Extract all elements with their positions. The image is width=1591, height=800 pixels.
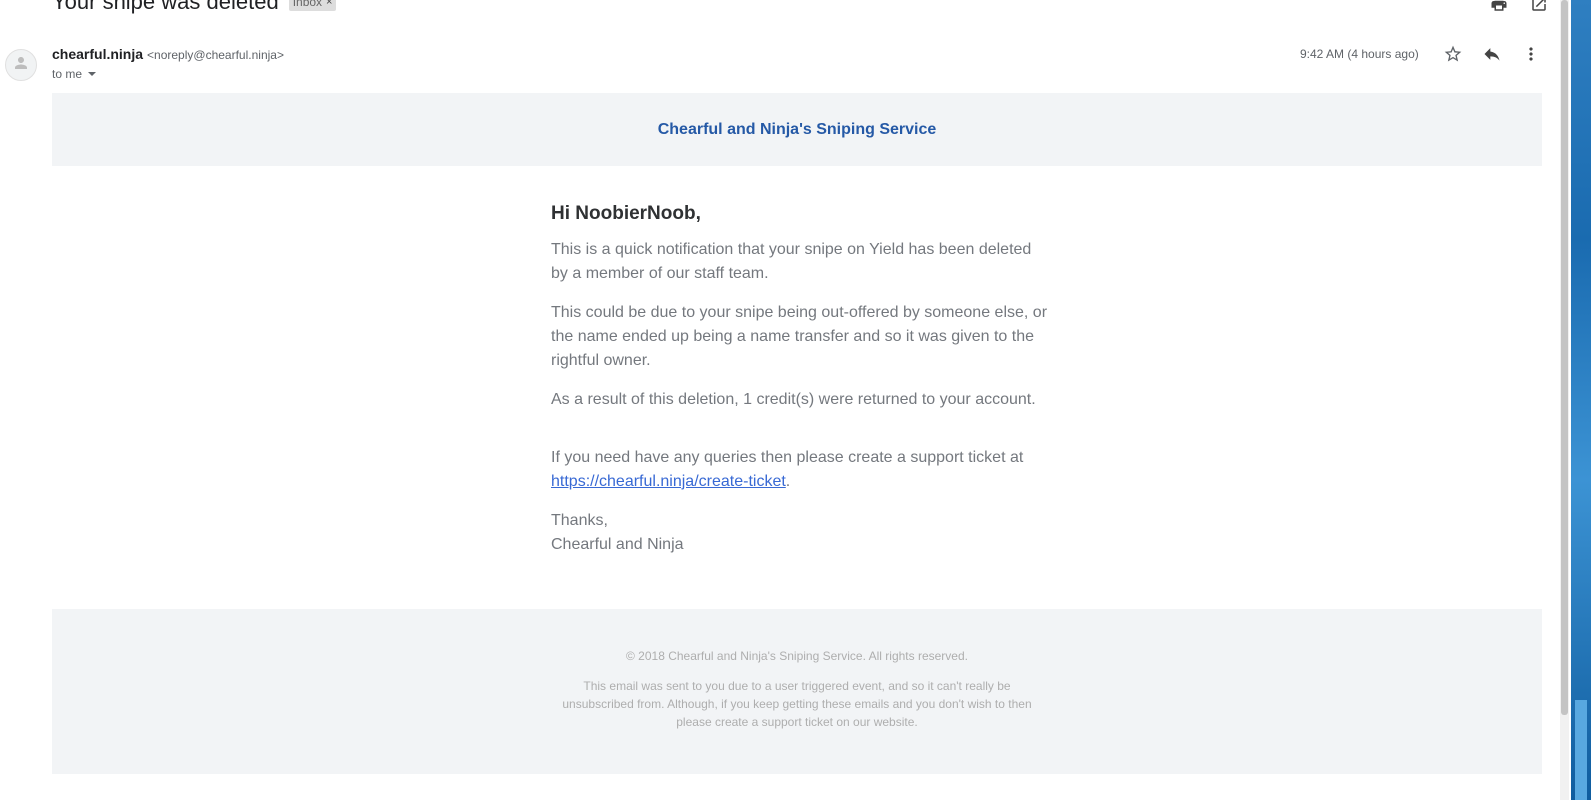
more-vert-icon[interactable] <box>1521 44 1541 64</box>
sender-avatar[interactable] <box>5 49 37 81</box>
create-ticket-link[interactable]: https://chearful.ninja/create-ticket <box>551 473 786 490</box>
paragraph-notification: This is a quick notification that your s… <box>551 241 1032 282</box>
message-actions <box>1443 44 1541 64</box>
scrollbar-thumb[interactable] <box>1561 0 1568 715</box>
inbox-label-text: Inbox <box>292 0 323 9</box>
email-footer: © 2018 Chearful and Ninja's Sniping Serv… <box>52 609 1542 774</box>
subject-row: Your snipe was deleted Inbox × <box>52 0 337 16</box>
banner-title[interactable]: Chearful and Ninja's Sniping Service <box>658 121 937 139</box>
footer-copyright: © 2018 Chearful and Ninja's Sniping Serv… <box>626 649 968 663</box>
signoff: Thanks, <box>551 512 608 529</box>
recipient-details-toggle[interactable]: to me <box>52 67 97 81</box>
remove-label-icon[interactable]: × <box>326 0 332 8</box>
sender-email: <noreply@chearful.ninja> <box>147 48 284 62</box>
greeting: Hi NoobierNoob, <box>551 203 701 224</box>
top-actions <box>1489 0 1549 14</box>
paragraph-credits: As a result of this deletion, 1 credit(s… <box>551 391 1036 408</box>
desktop-background-strip <box>1571 0 1591 800</box>
message-time: 9:42 AM (4 hours ago) <box>1300 47 1419 61</box>
recipient-text: to me <box>52 67 83 81</box>
email-subject: Your snipe was deleted <box>52 0 279 14</box>
printer-icon[interactable] <box>1489 0 1509 14</box>
chevron-down-icon[interactable] <box>88 72 97 76</box>
signature: Chearful and Ninja <box>551 536 684 553</box>
support-period: . <box>785 473 791 490</box>
desktop-background-detail <box>1575 700 1587 800</box>
signoff-block: Thanks, Chearful and Ninja <box>551 509 1051 557</box>
support-text: If you need have any queries then please… <box>551 449 1024 466</box>
footer-note: This email was sent to you due to a user… <box>562 679 1032 729</box>
email-content: Hi NoobierNoob, This is a quick notifica… <box>551 202 1051 572</box>
paragraph-reason: This could be due to your snipe being ou… <box>551 304 1048 369</box>
sender-name[interactable]: chearful.ninja <box>52 46 143 62</box>
inbox-label-chip[interactable]: Inbox × <box>288 0 337 11</box>
window-right-edge <box>1556 0 1591 800</box>
paragraph-support: If you need have any queries then please… <box>551 446 1051 494</box>
star-icon[interactable] <box>1443 44 1463 64</box>
email-banner: Chearful and Ninja's Sniping Service <box>52 93 1542 166</box>
reply-icon[interactable] <box>1482 44 1502 64</box>
person-icon <box>12 54 30 77</box>
footer-inner: © 2018 Chearful and Ninja's Sniping Serv… <box>552 647 1042 731</box>
open-in-new-window-icon[interactable] <box>1529 0 1549 14</box>
sender-line: chearful.ninja <noreply@chearful.ninja> <box>52 46 284 62</box>
